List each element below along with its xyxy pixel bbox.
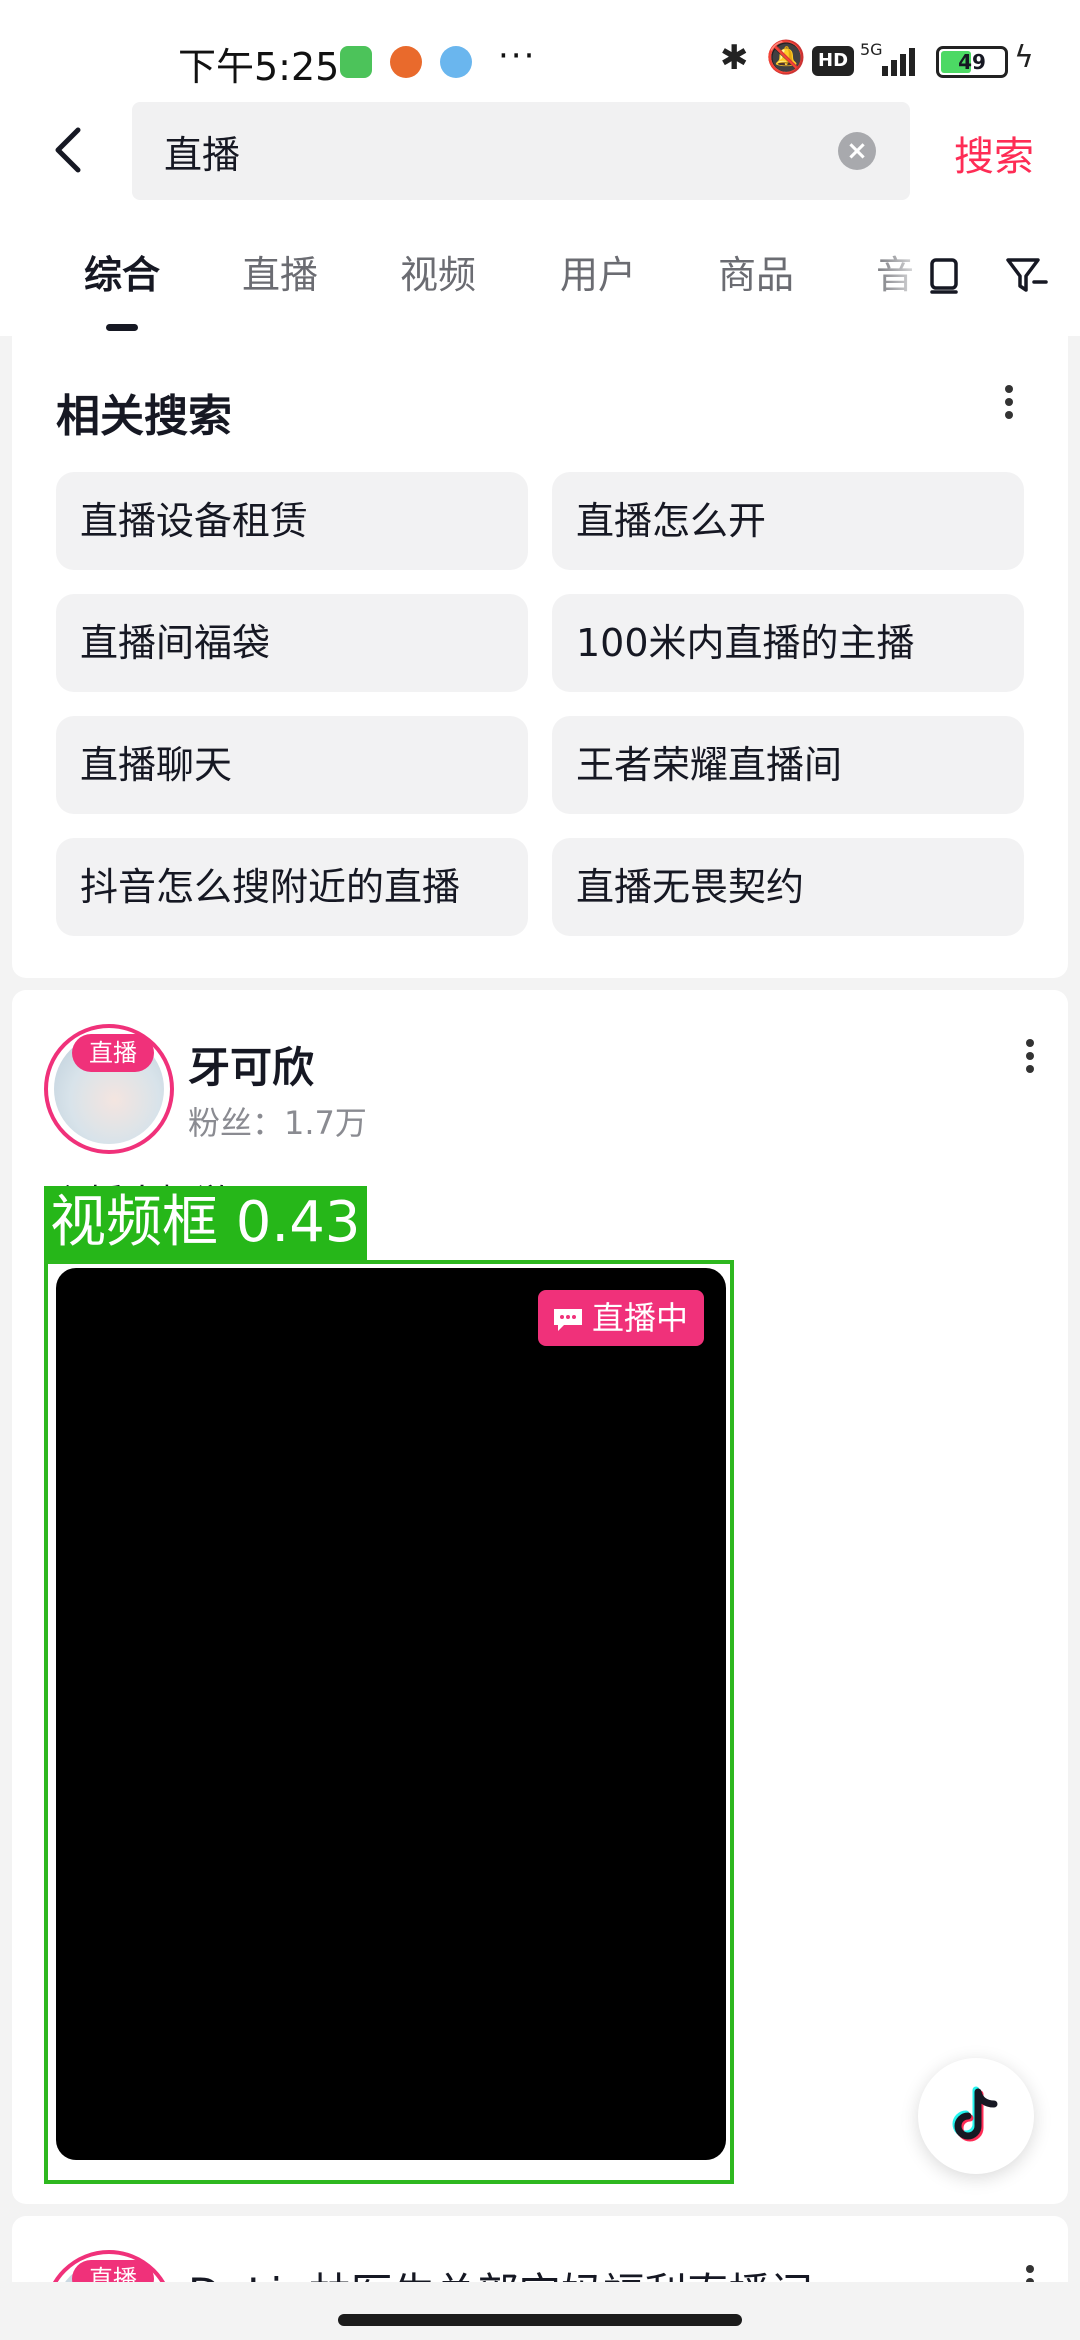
- battery-icon: 49: [936, 46, 1008, 78]
- avatar[interactable]: 直播: [44, 1024, 174, 1154]
- tab-comprehensive[interactable]: 综合: [84, 244, 160, 299]
- app-icon-58: [390, 46, 422, 78]
- tiktok-icon: [952, 2086, 998, 2142]
- system-nav-bar: [0, 2282, 1080, 2340]
- related-searches-card: 相关搜索 直播设备租赁 直播怎么开 直播间福袋 100米内直播的主播 直播聊天 …: [12, 336, 1068, 978]
- battery-level: 49: [958, 50, 986, 74]
- related-chip[interactable]: 直播怎么开: [552, 472, 1024, 570]
- app-icon-green: [340, 46, 372, 78]
- related-chip[interactable]: 直播无畏契约: [552, 838, 1024, 936]
- active-tab-indicator: [106, 324, 138, 331]
- search-header: × 搜索: [0, 90, 1080, 210]
- related-chip[interactable]: 直播聊天: [56, 716, 528, 814]
- app-icon-cloud: [440, 46, 472, 78]
- related-chip[interactable]: 100米内直播的主播: [552, 594, 1024, 692]
- post-more-icon[interactable]: [1020, 1034, 1040, 1082]
- detection-box: [44, 1260, 734, 2184]
- related-chip[interactable]: 直播设备租赁: [56, 472, 528, 570]
- home-indicator[interactable]: [338, 2314, 742, 2326]
- related-chip[interactable]: 抖音怎么搜附近的直播: [56, 838, 528, 936]
- tab-live[interactable]: 直播: [242, 244, 318, 299]
- tab-fade: [870, 230, 930, 320]
- related-chip[interactable]: 直播间福袋: [56, 594, 528, 692]
- chevron-left-icon: [55, 127, 81, 173]
- fans-count: 粉丝：1.7万: [188, 1104, 367, 1142]
- tiktok-floating-button[interactable]: [918, 2058, 1034, 2174]
- search-input[interactable]: [164, 122, 764, 180]
- avatar-live-badge: 直播: [72, 1034, 154, 1072]
- filter-icon[interactable]: [1004, 252, 1048, 296]
- user-name[interactable]: 牙可欣: [188, 1034, 314, 1095]
- bluetooth-icon: ✱: [720, 38, 749, 78]
- related-chip[interactable]: 王者荣耀直播间: [552, 716, 1024, 814]
- search-box[interactable]: ×: [132, 102, 910, 200]
- network-type: 5G: [860, 40, 883, 59]
- back-button[interactable]: [40, 120, 100, 180]
- clear-icon[interactable]: ×: [838, 132, 876, 170]
- search-button[interactable]: 搜索: [954, 124, 1034, 182]
- more-options-icon[interactable]: [999, 380, 1019, 428]
- charging-icon: ϟ: [1014, 40, 1034, 75]
- related-searches-title: 相关搜索: [56, 391, 232, 442]
- search-tabs: 综合 直播 视频 用户 商品 音: [0, 210, 1080, 336]
- hd-badge: HD: [812, 46, 855, 76]
- status-time: 下午5:25: [178, 45, 340, 89]
- more-notifications-icon: ···: [498, 36, 537, 76]
- tab-video[interactable]: 视频: [400, 244, 476, 299]
- bell-off-icon: 🔕: [766, 38, 806, 76]
- tab-user[interactable]: 用户: [560, 244, 636, 299]
- layout-toggle-icon[interactable]: [922, 252, 966, 296]
- tab-products[interactable]: 商品: [718, 244, 794, 299]
- detection-label: 视频框 0.43: [44, 1186, 367, 1260]
- signal-icon: [882, 44, 922, 76]
